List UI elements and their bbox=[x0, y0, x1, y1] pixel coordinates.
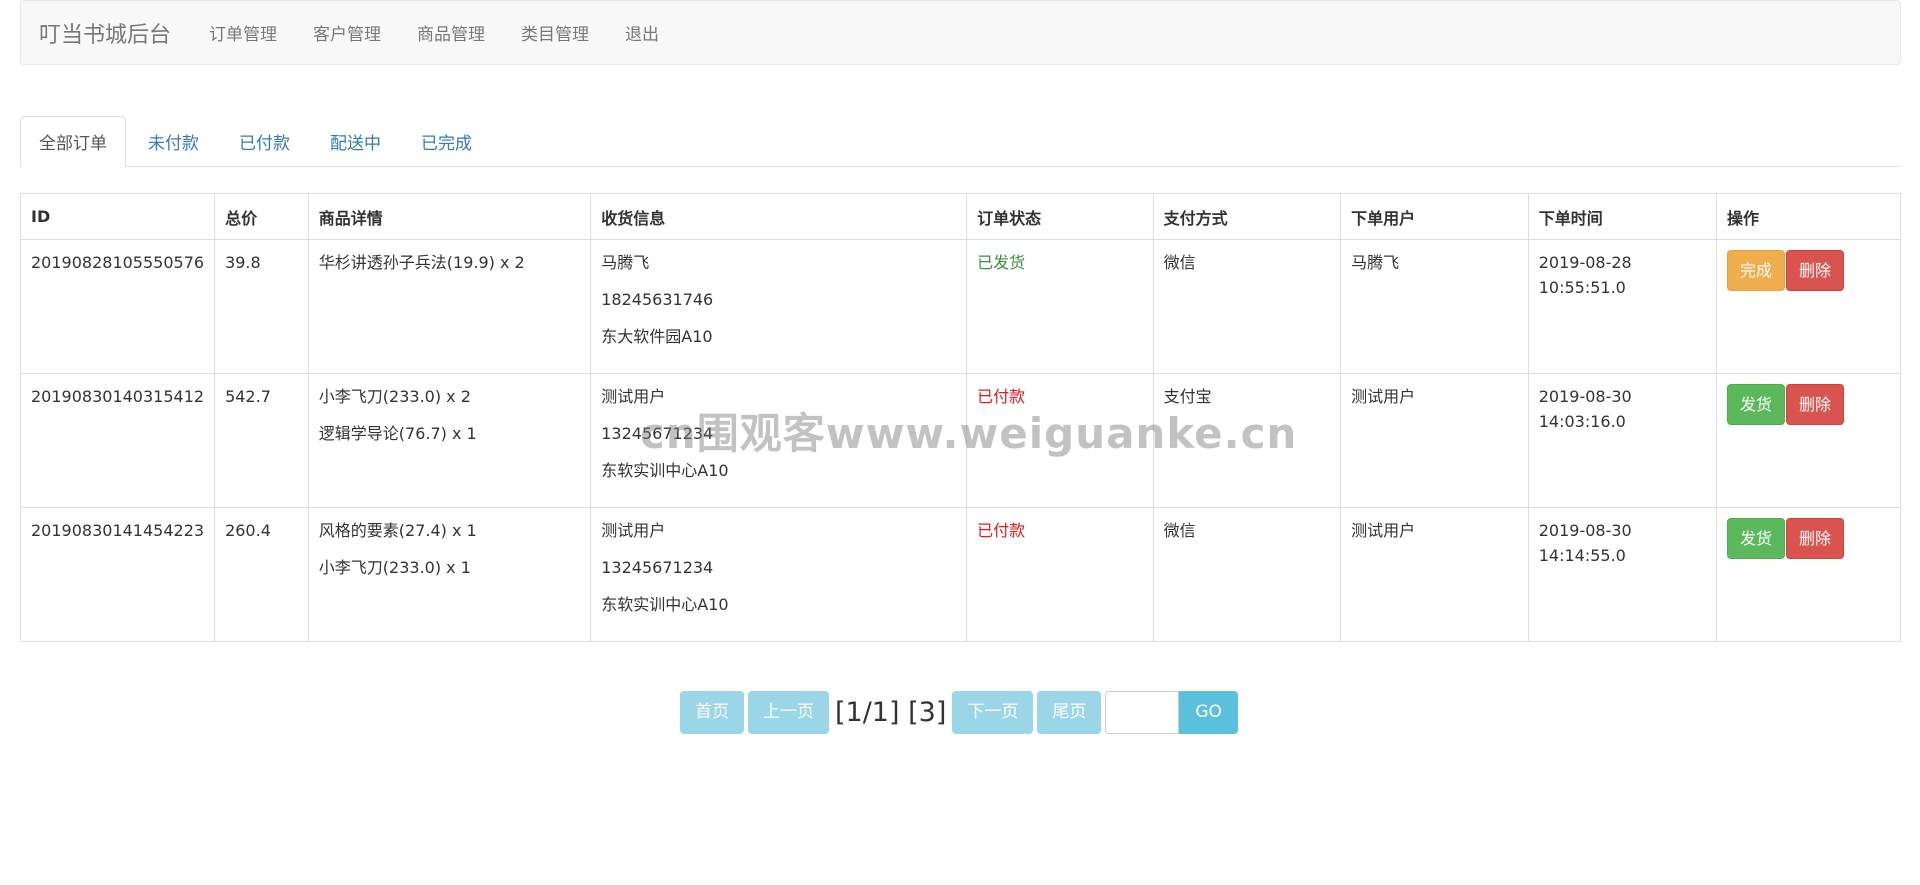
column-header-status: 订单状态 bbox=[966, 193, 1154, 240]
nav-item-products[interactable]: 商品管理 bbox=[417, 20, 485, 45]
table-row: 20190828105550576 39.8 华杉讲透孙子兵法(19.9) x … bbox=[19, 239, 1902, 374]
tab-paid[interactable]: 已付款 bbox=[221, 116, 308, 166]
order-time: 2019-08-30 14:14:55.0 bbox=[1527, 507, 1717, 642]
order-id: 20190830140315412 bbox=[19, 373, 216, 508]
column-header-items: 商品详情 bbox=[307, 193, 592, 240]
order-actions: 发货 删除 bbox=[1715, 373, 1902, 508]
order-actions: 发货 删除 bbox=[1715, 507, 1902, 642]
column-header-user: 下单用户 bbox=[1340, 193, 1529, 240]
pagination: 首页 上一页 [1/1] [3] 下一页 尾页 GO bbox=[680, 690, 1238, 734]
order-status: 已付款 bbox=[966, 373, 1154, 508]
order-time: 2019-08-30 14:03:16.0 bbox=[1527, 373, 1717, 508]
orders-table: ID 总价 商品详情 收货信息 订单状态 支付方式 下单用户 下单时间 操作 2… bbox=[19, 193, 1902, 642]
order-total: 542.7 bbox=[214, 373, 309, 508]
order-total: 260.4 bbox=[214, 507, 309, 642]
order-items: 华杉讲透孙子兵法(19.9) x 2 bbox=[307, 239, 592, 374]
order-time: 2019-08-28 10:55:51.0 bbox=[1527, 239, 1717, 374]
shipping-info: 测试用户 13245671234 东软实训中心A10 bbox=[590, 373, 968, 508]
column-header-id: ID bbox=[19, 193, 216, 240]
go-button[interactable]: GO bbox=[1179, 690, 1238, 734]
order-items: 小李飞刀(233.0) x 2 逻辑学导论(76.7) x 1 bbox=[307, 373, 592, 508]
table-header-row: ID 总价 商品详情 收货信息 订单状态 支付方式 下单用户 下单时间 操作 bbox=[19, 193, 1902, 240]
column-header-payment: 支付方式 bbox=[1152, 193, 1342, 240]
order-date: 2019-08-30 bbox=[1538, 387, 1632, 406]
order-status: 已付款 bbox=[966, 507, 1154, 642]
first-page-button[interactable]: 首页 bbox=[680, 690, 744, 734]
delete-button[interactable]: 删除 bbox=[1785, 518, 1844, 559]
order-status: 已发货 bbox=[966, 239, 1154, 374]
page-number-input[interactable] bbox=[1105, 690, 1180, 734]
last-page-button[interactable]: 尾页 bbox=[1037, 690, 1102, 734]
next-page-button[interactable]: 下一页 bbox=[952, 690, 1034, 734]
tab-completed[interactable]: 已完成 bbox=[403, 116, 490, 166]
shipping-info: 测试用户 13245671234 东软实训中心A10 bbox=[590, 507, 968, 642]
payment-method: 微信 bbox=[1152, 507, 1342, 642]
delete-button[interactable]: 删除 bbox=[1785, 384, 1844, 425]
nav-item-customers[interactable]: 客户管理 bbox=[313, 20, 381, 45]
tab-unpaid[interactable]: 未付款 bbox=[130, 116, 217, 166]
shipping-address: 东大软件园A10 bbox=[601, 327, 713, 346]
order-id: 20190830141454223 bbox=[19, 507, 216, 642]
shipping-address: 东软实训中心A10 bbox=[601, 595, 729, 614]
payment-method: 微信 bbox=[1152, 239, 1342, 374]
tab-all-orders[interactable]: 全部订单 bbox=[20, 116, 126, 167]
order-user: 测试用户 bbox=[1340, 373, 1529, 508]
shipping-info: 马腾飞 18245631746 东大软件园A10 bbox=[590, 239, 968, 374]
shipping-phone: 13245671234 bbox=[601, 424, 714, 443]
nav-item-categories[interactable]: 类目管理 bbox=[521, 20, 589, 45]
page-info: [1/1] [3] bbox=[835, 696, 947, 728]
tab-shipping[interactable]: 配送中 bbox=[312, 116, 399, 166]
order-items: 风格的要素(27.4) x 1 小李飞刀(233.0) x 1 bbox=[307, 507, 592, 642]
order-user: 马腾飞 bbox=[1340, 239, 1529, 374]
payment-method: 支付宝 bbox=[1152, 373, 1342, 508]
column-header-actions: 操作 bbox=[1715, 193, 1902, 240]
prev-page-button[interactable]: 上一页 bbox=[748, 690, 829, 734]
order-id: 20190828105550576 bbox=[19, 239, 216, 374]
order-date: 2019-08-28 bbox=[1538, 253, 1632, 272]
column-header-time: 下单时间 bbox=[1527, 193, 1717, 240]
order-total: 39.8 bbox=[214, 239, 309, 374]
order-item: 逻辑学导论(76.7) x 1 bbox=[318, 424, 477, 443]
order-clock: 10:55:51.0 bbox=[1538, 278, 1626, 297]
ship-button[interactable]: 发货 bbox=[1726, 384, 1785, 425]
order-item: 小李飞刀(233.0) x 1 bbox=[318, 558, 471, 577]
order-item: 风格的要素(27.4) x 1 bbox=[318, 521, 477, 540]
brand-title[interactable]: 叮当书城后台 bbox=[39, 17, 171, 49]
delete-button[interactable]: 删除 bbox=[1785, 250, 1844, 291]
shipping-name: 马腾飞 bbox=[601, 253, 650, 272]
column-header-shipping: 收货信息 bbox=[590, 193, 968, 240]
shipping-address: 东软实训中心A10 bbox=[601, 461, 729, 480]
table-row: 20190830141454223 260.4 风格的要素(27.4) x 1 … bbox=[19, 507, 1902, 642]
order-user: 测试用户 bbox=[1340, 507, 1529, 642]
shipping-phone: 13245671234 bbox=[601, 558, 714, 577]
column-header-total: 总价 bbox=[214, 193, 309, 240]
order-actions: 完成 删除 bbox=[1715, 239, 1902, 374]
shipping-name: 测试用户 bbox=[601, 387, 666, 406]
shipping-name: 测试用户 bbox=[601, 521, 666, 540]
order-status-tabs: 全部订单 未付款 已付款 配送中 已完成 bbox=[20, 116, 1901, 167]
order-date: 2019-08-30 bbox=[1538, 521, 1632, 540]
shipping-phone: 18245631746 bbox=[601, 290, 714, 309]
top-navbar: 叮当书城后台 订单管理 客户管理 商品管理 类目管理 退出 bbox=[20, 0, 1901, 65]
nav-item-logout[interactable]: 退出 bbox=[625, 20, 659, 45]
order-clock: 14:14:55.0 bbox=[1538, 546, 1626, 565]
complete-button[interactable]: 完成 bbox=[1726, 250, 1785, 291]
ship-button[interactable]: 发货 bbox=[1726, 518, 1785, 559]
nav-item-orders[interactable]: 订单管理 bbox=[209, 20, 277, 45]
order-clock: 14:03:16.0 bbox=[1538, 412, 1626, 431]
table-row: 20190830140315412 542.7 小李飞刀(233.0) x 2 … bbox=[19, 373, 1902, 508]
order-item: 小李飞刀(233.0) x 2 bbox=[318, 387, 471, 406]
order-item: 华杉讲透孙子兵法(19.9) x 2 bbox=[318, 253, 525, 272]
